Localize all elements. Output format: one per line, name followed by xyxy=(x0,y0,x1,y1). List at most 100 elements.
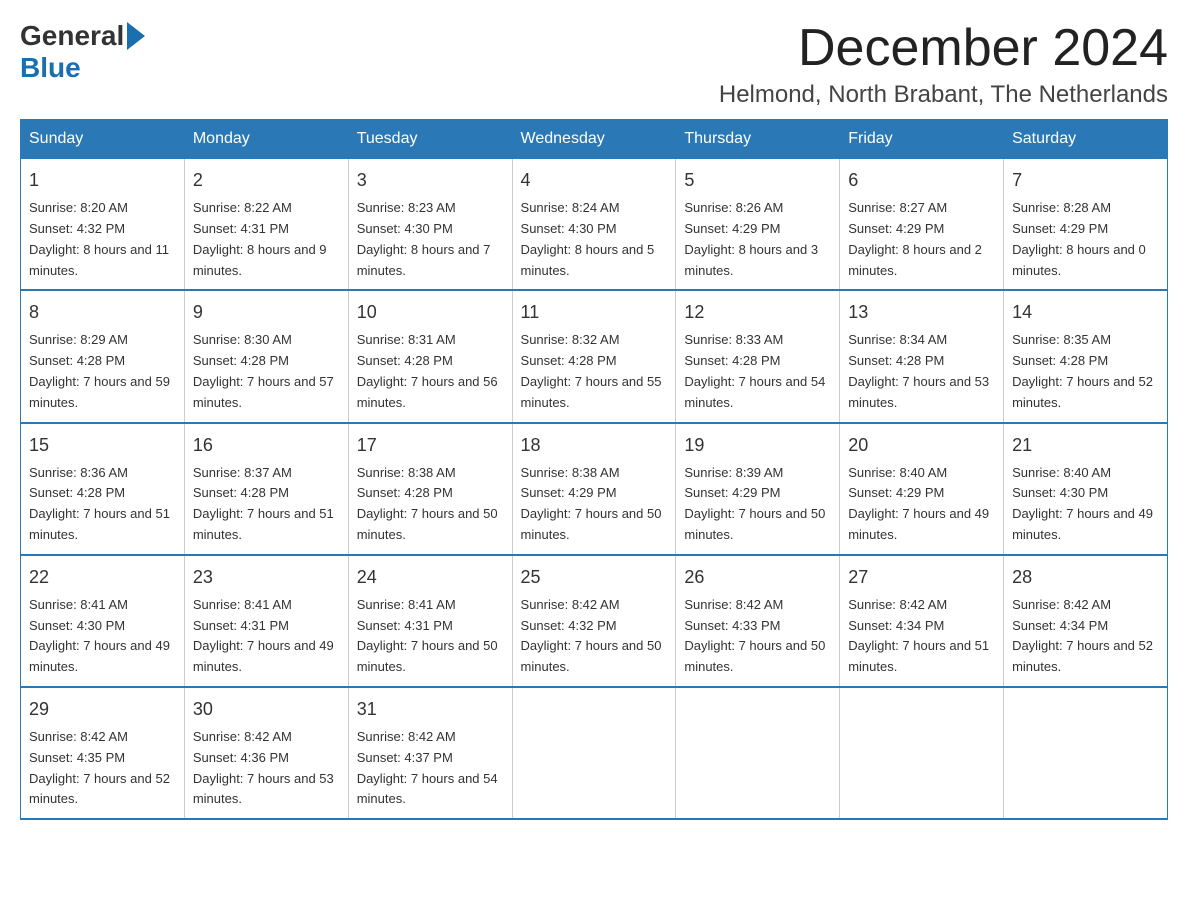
day-number: 13 xyxy=(848,299,995,326)
table-row: 3 Sunrise: 8:23 AMSunset: 4:30 PMDayligh… xyxy=(348,159,512,291)
table-row: 25 Sunrise: 8:42 AMSunset: 4:32 PMDaylig… xyxy=(512,555,676,687)
table-row: 26 Sunrise: 8:42 AMSunset: 4:33 PMDaylig… xyxy=(676,555,840,687)
day-info: Sunrise: 8:35 AMSunset: 4:28 PMDaylight:… xyxy=(1012,332,1153,409)
table-row: 22 Sunrise: 8:41 AMSunset: 4:30 PMDaylig… xyxy=(21,555,185,687)
day-number: 28 xyxy=(1012,564,1159,591)
day-info: Sunrise: 8:38 AMSunset: 4:28 PMDaylight:… xyxy=(357,465,498,542)
table-row: 16 Sunrise: 8:37 AMSunset: 4:28 PMDaylig… xyxy=(184,423,348,555)
weekday-header-row: Sunday Monday Tuesday Wednesday Thursday… xyxy=(21,120,1168,159)
table-row: 28 Sunrise: 8:42 AMSunset: 4:34 PMDaylig… xyxy=(1004,555,1168,687)
page-header: General Blue December 2024 Helmond, Nort… xyxy=(20,20,1168,109)
day-number: 22 xyxy=(29,564,176,591)
day-number: 8 xyxy=(29,299,176,326)
logo-general-text: General xyxy=(20,20,124,52)
day-info: Sunrise: 8:20 AMSunset: 4:32 PMDaylight:… xyxy=(29,200,169,277)
table-row: 19 Sunrise: 8:39 AMSunset: 4:29 PMDaylig… xyxy=(676,423,840,555)
day-info: Sunrise: 8:42 AMSunset: 4:36 PMDaylight:… xyxy=(193,729,334,806)
day-info: Sunrise: 8:42 AMSunset: 4:37 PMDaylight:… xyxy=(357,729,498,806)
day-number: 14 xyxy=(1012,299,1159,326)
table-row: 31 Sunrise: 8:42 AMSunset: 4:37 PMDaylig… xyxy=(348,687,512,819)
day-info: Sunrise: 8:40 AMSunset: 4:30 PMDaylight:… xyxy=(1012,465,1153,542)
calendar-table: Sunday Monday Tuesday Wednesday Thursday… xyxy=(20,119,1168,820)
header-friday: Friday xyxy=(840,120,1004,159)
day-info: Sunrise: 8:42 AMSunset: 4:35 PMDaylight:… xyxy=(29,729,170,806)
day-number: 24 xyxy=(357,564,504,591)
table-row xyxy=(1004,687,1168,819)
day-number: 31 xyxy=(357,696,504,723)
day-info: Sunrise: 8:26 AMSunset: 4:29 PMDaylight:… xyxy=(684,200,818,277)
day-info: Sunrise: 8:22 AMSunset: 4:31 PMDaylight:… xyxy=(193,200,327,277)
calendar-week-row: 8 Sunrise: 8:29 AMSunset: 4:28 PMDayligh… xyxy=(21,290,1168,422)
day-info: Sunrise: 8:29 AMSunset: 4:28 PMDaylight:… xyxy=(29,332,170,409)
table-row: 14 Sunrise: 8:35 AMSunset: 4:28 PMDaylig… xyxy=(1004,290,1168,422)
day-info: Sunrise: 8:40 AMSunset: 4:29 PMDaylight:… xyxy=(848,465,989,542)
table-row: 20 Sunrise: 8:40 AMSunset: 4:29 PMDaylig… xyxy=(840,423,1004,555)
day-number: 2 xyxy=(193,167,340,194)
day-info: Sunrise: 8:32 AMSunset: 4:28 PMDaylight:… xyxy=(521,332,662,409)
header-sunday: Sunday xyxy=(21,120,185,159)
calendar-week-row: 1 Sunrise: 8:20 AMSunset: 4:32 PMDayligh… xyxy=(21,159,1168,291)
day-number: 1 xyxy=(29,167,176,194)
table-row: 10 Sunrise: 8:31 AMSunset: 4:28 PMDaylig… xyxy=(348,290,512,422)
table-row: 23 Sunrise: 8:41 AMSunset: 4:31 PMDaylig… xyxy=(184,555,348,687)
day-info: Sunrise: 8:39 AMSunset: 4:29 PMDaylight:… xyxy=(684,465,825,542)
day-number: 18 xyxy=(521,432,668,459)
day-info: Sunrise: 8:23 AMSunset: 4:30 PMDaylight:… xyxy=(357,200,491,277)
day-number: 11 xyxy=(521,299,668,326)
calendar-week-row: 29 Sunrise: 8:42 AMSunset: 4:35 PMDaylig… xyxy=(21,687,1168,819)
table-row: 12 Sunrise: 8:33 AMSunset: 4:28 PMDaylig… xyxy=(676,290,840,422)
table-row xyxy=(512,687,676,819)
day-number: 10 xyxy=(357,299,504,326)
day-number: 3 xyxy=(357,167,504,194)
table-row: 1 Sunrise: 8:20 AMSunset: 4:32 PMDayligh… xyxy=(21,159,185,291)
header-wednesday: Wednesday xyxy=(512,120,676,159)
day-info: Sunrise: 8:42 AMSunset: 4:32 PMDaylight:… xyxy=(521,597,662,674)
day-number: 6 xyxy=(848,167,995,194)
table-row: 2 Sunrise: 8:22 AMSunset: 4:31 PMDayligh… xyxy=(184,159,348,291)
day-info: Sunrise: 8:42 AMSunset: 4:33 PMDaylight:… xyxy=(684,597,825,674)
day-number: 30 xyxy=(193,696,340,723)
day-info: Sunrise: 8:41 AMSunset: 4:30 PMDaylight:… xyxy=(29,597,170,674)
table-row: 6 Sunrise: 8:27 AMSunset: 4:29 PMDayligh… xyxy=(840,159,1004,291)
table-row: 29 Sunrise: 8:42 AMSunset: 4:35 PMDaylig… xyxy=(21,687,185,819)
day-number: 21 xyxy=(1012,432,1159,459)
day-info: Sunrise: 8:38 AMSunset: 4:29 PMDaylight:… xyxy=(521,465,662,542)
day-number: 19 xyxy=(684,432,831,459)
location-title: Helmond, North Brabant, The Netherlands xyxy=(719,81,1168,109)
logo-arrow-icon xyxy=(127,22,145,50)
header-tuesday: Tuesday xyxy=(348,120,512,159)
table-row: 11 Sunrise: 8:32 AMSunset: 4:28 PMDaylig… xyxy=(512,290,676,422)
day-info: Sunrise: 8:24 AMSunset: 4:30 PMDaylight:… xyxy=(521,200,655,277)
day-info: Sunrise: 8:27 AMSunset: 4:29 PMDaylight:… xyxy=(848,200,982,277)
table-row xyxy=(676,687,840,819)
table-row xyxy=(840,687,1004,819)
day-info: Sunrise: 8:33 AMSunset: 4:28 PMDaylight:… xyxy=(684,332,825,409)
logo: General Blue xyxy=(20,20,145,84)
table-row: 4 Sunrise: 8:24 AMSunset: 4:30 PMDayligh… xyxy=(512,159,676,291)
table-row: 24 Sunrise: 8:41 AMSunset: 4:31 PMDaylig… xyxy=(348,555,512,687)
table-row: 30 Sunrise: 8:42 AMSunset: 4:36 PMDaylig… xyxy=(184,687,348,819)
logo-blue-text: Blue xyxy=(20,52,81,84)
day-info: Sunrise: 8:42 AMSunset: 4:34 PMDaylight:… xyxy=(848,597,989,674)
table-row: 9 Sunrise: 8:30 AMSunset: 4:28 PMDayligh… xyxy=(184,290,348,422)
day-number: 23 xyxy=(193,564,340,591)
table-row: 8 Sunrise: 8:29 AMSunset: 4:28 PMDayligh… xyxy=(21,290,185,422)
day-info: Sunrise: 8:37 AMSunset: 4:28 PMDaylight:… xyxy=(193,465,334,542)
header-saturday: Saturday xyxy=(1004,120,1168,159)
day-info: Sunrise: 8:42 AMSunset: 4:34 PMDaylight:… xyxy=(1012,597,1153,674)
table-row: 13 Sunrise: 8:34 AMSunset: 4:28 PMDaylig… xyxy=(840,290,1004,422)
table-row: 17 Sunrise: 8:38 AMSunset: 4:28 PMDaylig… xyxy=(348,423,512,555)
day-number: 4 xyxy=(521,167,668,194)
day-info: Sunrise: 8:36 AMSunset: 4:28 PMDaylight:… xyxy=(29,465,170,542)
day-info: Sunrise: 8:30 AMSunset: 4:28 PMDaylight:… xyxy=(193,332,334,409)
day-number: 12 xyxy=(684,299,831,326)
day-info: Sunrise: 8:31 AMSunset: 4:28 PMDaylight:… xyxy=(357,332,498,409)
day-info: Sunrise: 8:41 AMSunset: 4:31 PMDaylight:… xyxy=(193,597,334,674)
header-monday: Monday xyxy=(184,120,348,159)
day-number: 26 xyxy=(684,564,831,591)
table-row: 7 Sunrise: 8:28 AMSunset: 4:29 PMDayligh… xyxy=(1004,159,1168,291)
calendar-week-row: 15 Sunrise: 8:36 AMSunset: 4:28 PMDaylig… xyxy=(21,423,1168,555)
day-info: Sunrise: 8:28 AMSunset: 4:29 PMDaylight:… xyxy=(1012,200,1146,277)
table-row: 21 Sunrise: 8:40 AMSunset: 4:30 PMDaylig… xyxy=(1004,423,1168,555)
table-row: 5 Sunrise: 8:26 AMSunset: 4:29 PMDayligh… xyxy=(676,159,840,291)
